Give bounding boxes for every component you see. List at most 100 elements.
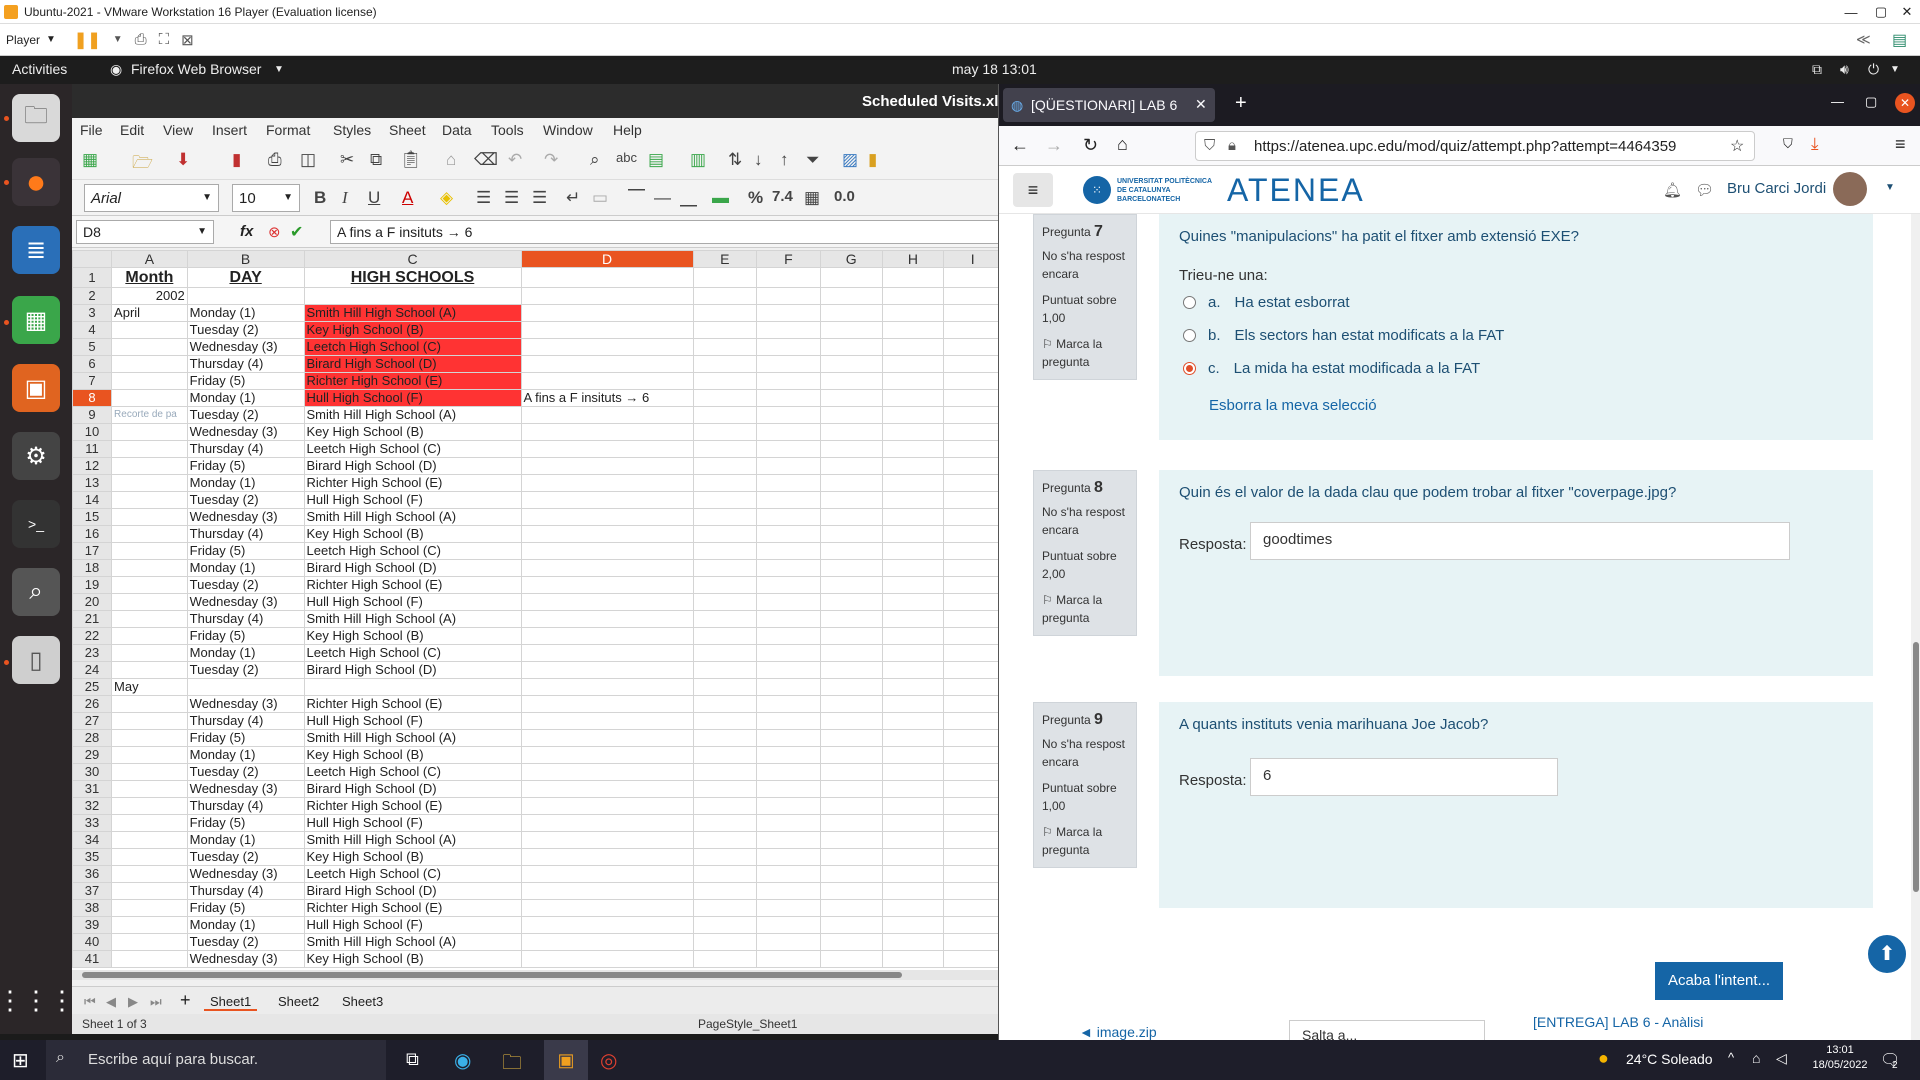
cell[interactable] xyxy=(520,287,694,305)
cell[interactable]: Wednesday (3) xyxy=(186,593,305,611)
cell[interactable]: Wednesday (3) xyxy=(186,950,305,968)
cell[interactable] xyxy=(756,916,821,934)
cell[interactable]: Monday (1) xyxy=(186,916,305,934)
messages-icon[interactable]: 💬︎ xyxy=(1695,181,1714,199)
cell[interactable]: Smith Hill High School (A) xyxy=(303,831,522,849)
cell[interactable] xyxy=(881,440,945,458)
cell[interactable] xyxy=(819,287,883,305)
row-header[interactable]: 30 xyxy=(72,763,113,781)
cell[interactable] xyxy=(111,457,188,475)
cell[interactable] xyxy=(881,865,945,883)
cell[interactable] xyxy=(819,916,883,934)
cell[interactable] xyxy=(692,474,758,492)
italic-icon[interactable]: I xyxy=(342,188,348,208)
corner-cell[interactable] xyxy=(72,250,113,268)
underline-icon[interactable]: U xyxy=(368,188,380,208)
option-b[interactable]: b. Els sectors han estat modificats a la … xyxy=(1183,327,1853,344)
new-icon[interactable]: ▦ xyxy=(82,150,98,170)
cell[interactable] xyxy=(692,559,758,577)
cell[interactable] xyxy=(520,372,694,390)
cell[interactable] xyxy=(819,831,883,849)
cell[interactable] xyxy=(520,491,694,509)
cell[interactable] xyxy=(692,321,758,339)
option-a[interactable]: a. Ha estat esborrat xyxy=(1183,294,1853,311)
answer-input[interactable]: 6 xyxy=(1250,758,1558,796)
cell[interactable]: Tuesday (2) xyxy=(186,406,305,424)
clear-selection-link[interactable]: Esborra la meva selecció xyxy=(1209,397,1853,414)
cell[interactable]: Tuesday (2) xyxy=(186,321,305,339)
chevron-down-icon[interactable]: ▼ xyxy=(283,192,293,203)
cell[interactable] xyxy=(756,338,821,356)
cell[interactable] xyxy=(756,267,821,288)
cell[interactable] xyxy=(943,423,1002,441)
cell[interactable] xyxy=(520,780,694,798)
cell[interactable] xyxy=(756,933,821,951)
bold-icon[interactable]: B xyxy=(314,188,326,208)
upc-logo[interactable]: UNIVERSITAT POLITÈCNICA DE CATALUNYA BAR… xyxy=(1117,177,1212,204)
formula-input[interactable]: A fins a F insituts → 6 xyxy=(330,220,1002,244)
cell[interactable]: Friday (5) xyxy=(186,729,305,747)
cell[interactable] xyxy=(819,593,883,611)
column-header-f[interactable]: F xyxy=(756,250,821,268)
reload-icon[interactable]: ↻ xyxy=(1083,135,1098,156)
cell[interactable] xyxy=(943,712,1002,730)
edge-icon[interactable]: ◉ xyxy=(454,1048,471,1073)
cell[interactable] xyxy=(756,474,821,492)
cell[interactable] xyxy=(943,899,1002,917)
cell[interactable]: Monday (1) xyxy=(186,304,305,322)
cell[interactable]: Monday (1) xyxy=(186,746,305,764)
writer-icon[interactable]: ≣ xyxy=(12,226,60,274)
cell[interactable] xyxy=(881,474,945,492)
next-sheet-icon[interactable]: ▶ xyxy=(128,994,138,1010)
cell[interactable] xyxy=(111,950,188,968)
cell[interactable] xyxy=(756,304,821,322)
cell[interactable] xyxy=(756,644,821,662)
magnifier-icon[interactable]: ⌕ xyxy=(12,568,60,616)
cell[interactable]: Monday (1) xyxy=(186,831,305,849)
row-header[interactable]: 22 xyxy=(72,627,113,645)
taskbar-search[interactable]: ⌕ Escribe aquí para buscar. xyxy=(46,1040,386,1080)
next-activity-link[interactable]: [ENTREGA] LAB 6 - Anàlisi xyxy=(1533,1014,1703,1030)
cell[interactable] xyxy=(520,474,694,492)
menu-insert[interactable]: Insert xyxy=(212,122,247,138)
volume-icon[interactable]: ◁ xyxy=(1776,1050,1787,1067)
scroll-top-icon[interactable]: ⬆ xyxy=(1865,932,1909,976)
cell[interactable] xyxy=(692,763,758,781)
cell[interactable] xyxy=(943,372,1002,390)
row-header[interactable]: 28 xyxy=(72,729,113,747)
cell[interactable]: Monday (1) xyxy=(186,389,305,407)
cell[interactable] xyxy=(943,882,1002,900)
files-icon[interactable]: 🗀 xyxy=(12,94,60,142)
undo-icon[interactable]: ↶ xyxy=(508,150,522,170)
cell[interactable] xyxy=(111,440,188,458)
cell[interactable] xyxy=(943,287,1002,305)
cell[interactable] xyxy=(692,950,758,968)
cell[interactable] xyxy=(756,321,821,339)
cell[interactable]: Tuesday (2) xyxy=(186,763,305,781)
cell[interactable] xyxy=(756,831,821,849)
cell[interactable]: Hull High School (F) xyxy=(303,389,522,407)
cell[interactable]: DAY xyxy=(186,267,305,288)
cell[interactable]: Monday (1) xyxy=(186,644,305,662)
row-header[interactable]: 33 xyxy=(72,814,113,832)
close-tab-icon[interactable]: ✕ xyxy=(1195,96,1207,113)
cell[interactable] xyxy=(881,797,945,815)
cell[interactable]: Friday (5) xyxy=(186,542,305,560)
cell[interactable] xyxy=(111,865,188,883)
cell[interactable]: Birard High School (D) xyxy=(303,882,522,900)
cell[interactable]: Tuesday (2) xyxy=(186,933,305,951)
clock[interactable]: may 18 13:01 xyxy=(952,61,1037,77)
save-icon[interactable]: ⬇ xyxy=(176,150,190,170)
vmware-taskbar-icon[interactable]: ▣ xyxy=(544,1040,588,1080)
cell[interactable] xyxy=(881,491,945,509)
export-pdf-icon[interactable]: ▮ xyxy=(232,150,241,170)
cell[interactable] xyxy=(692,287,758,305)
cell[interactable]: Birard High School (D) xyxy=(303,559,522,577)
cell[interactable] xyxy=(692,423,758,441)
cell[interactable] xyxy=(819,899,883,917)
cell[interactable] xyxy=(756,661,821,679)
network-icon[interactable]: ⧉ xyxy=(1812,61,1822,78)
cell[interactable] xyxy=(520,355,694,373)
cell[interactable] xyxy=(819,559,883,577)
print-icon[interactable]: ⎙ xyxy=(268,150,282,170)
